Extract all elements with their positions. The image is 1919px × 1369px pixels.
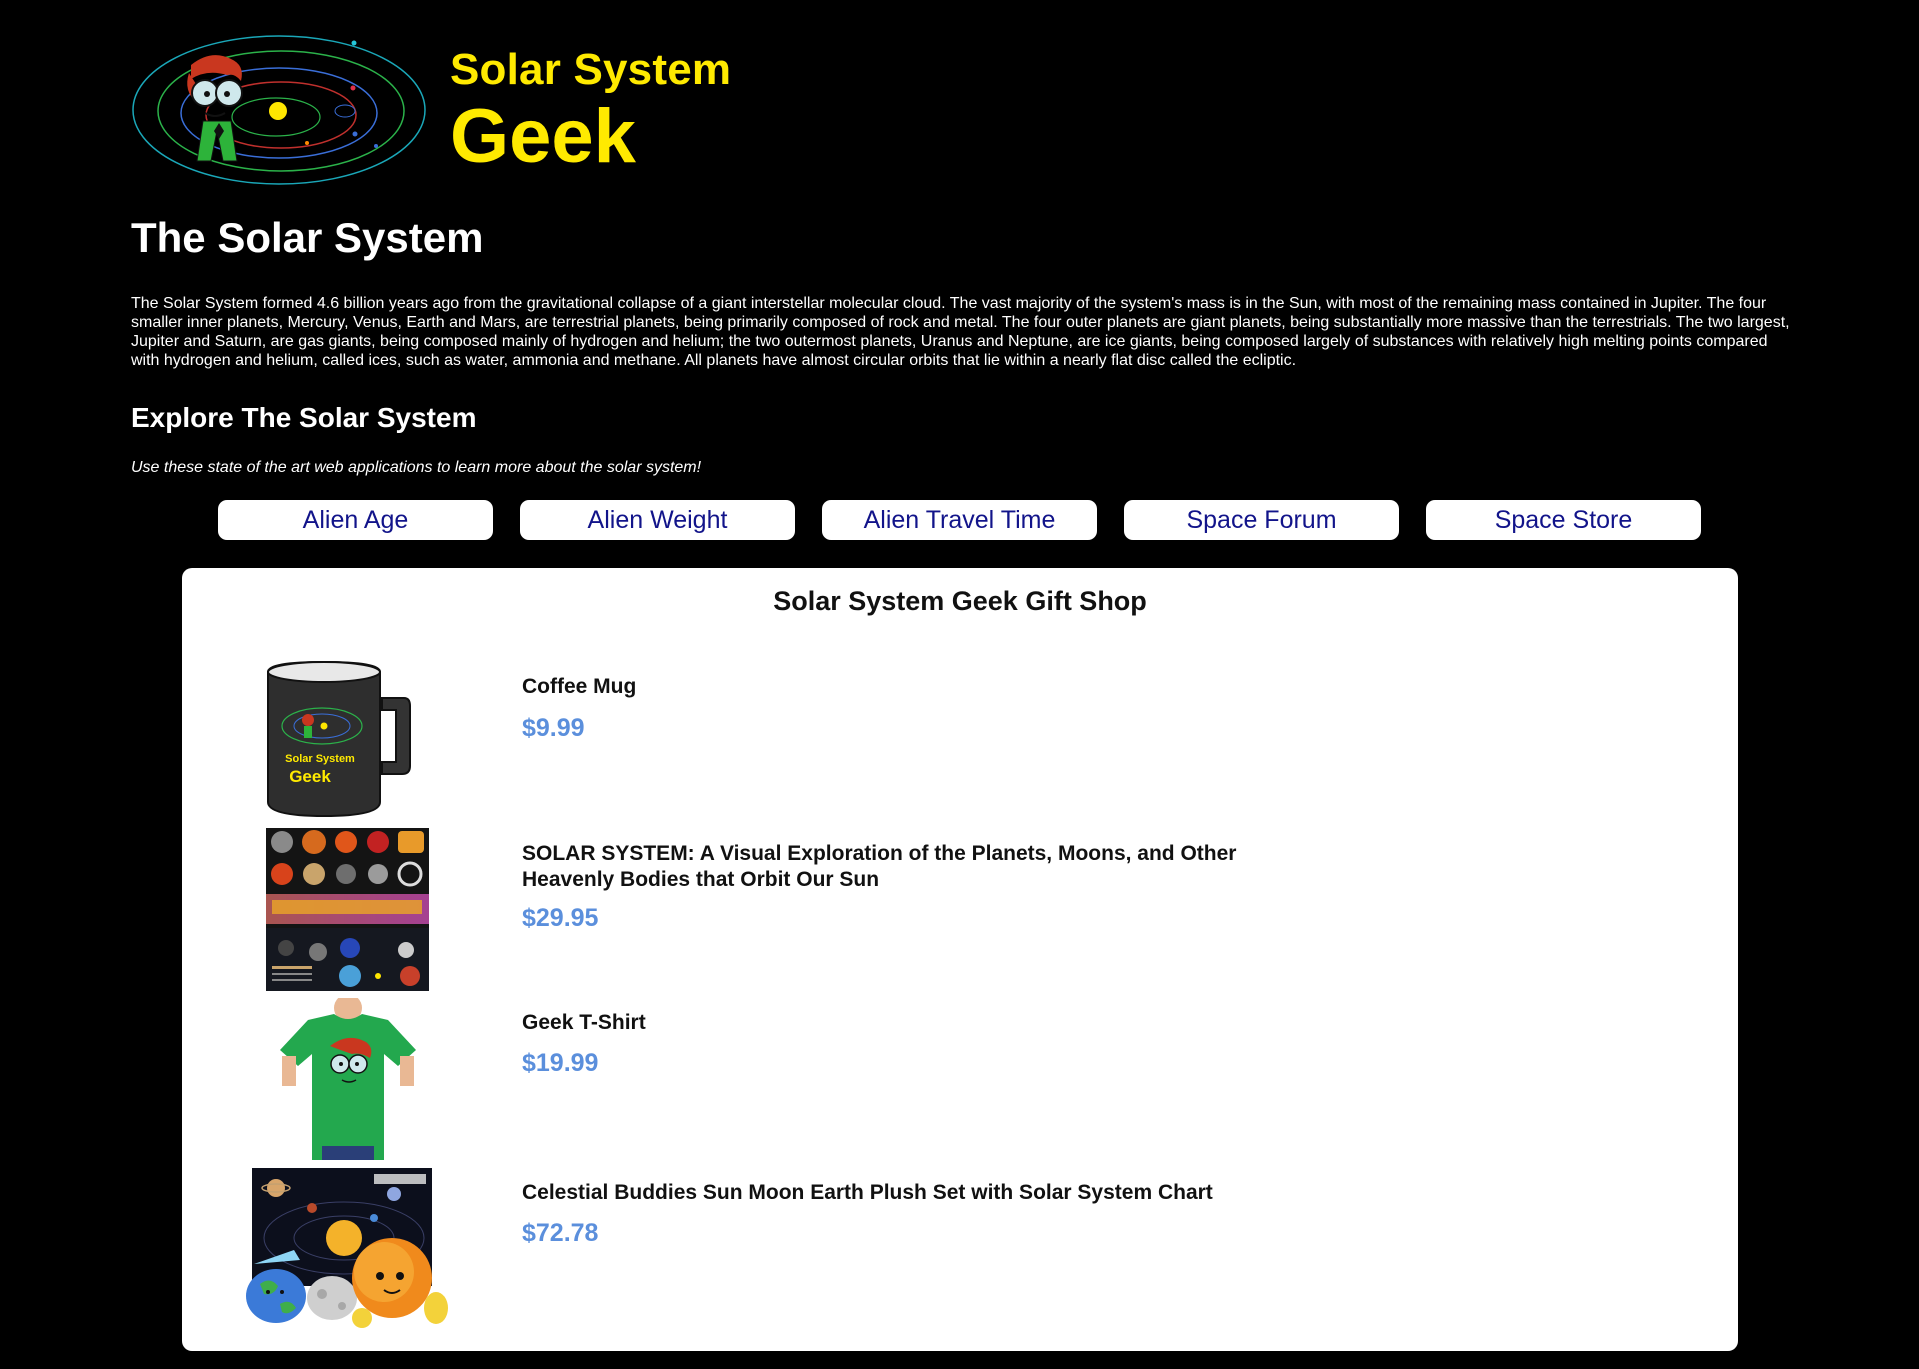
product-price: $9.99: [522, 714, 585, 742]
book-cover-image[interactable]: [266, 828, 429, 991]
gift-shop-panel: Solar System Geek Gift Shop Solar System…: [182, 568, 1738, 1351]
alien-weight-button[interactable]: Alien Weight: [520, 500, 795, 540]
page-title: The Solar System: [131, 214, 484, 261]
explore-subtitle: Use these state of the art web applicati…: [131, 459, 702, 476]
coffee-mug-image[interactable]: Solar System Geek: [264, 658, 414, 823]
mug-print-line1: Solar System: [285, 753, 355, 765]
product-item: Geek T-Shirt $19.99: [182, 998, 1738, 1168]
product-price: $72.78: [522, 1219, 599, 1247]
alien-age-button[interactable]: Alien Age: [218, 500, 493, 540]
plush-set-image[interactable]: [234, 1168, 464, 1330]
space-store-button[interactable]: Space Store: [1426, 500, 1701, 540]
logo-title-line1: Solar System: [450, 45, 732, 94]
product-name[interactable]: SOLAR SYSTEM: A Visual Exploration of th…: [522, 841, 1282, 893]
mug-print-line2: Geek: [289, 767, 331, 786]
intro-paragraph: The Solar System formed 4.6 billion year…: [131, 295, 1790, 369]
explore-heading: Explore The Solar System: [131, 402, 477, 433]
product-item: Celestial Buddies Sun Moon Earth Plush S…: [182, 1168, 1738, 1338]
product-item: Solar System Geek Coffee Mug $9.99: [182, 658, 1738, 828]
tshirt-image[interactable]: [278, 998, 418, 1160]
product-price: $19.99: [522, 1049, 599, 1077]
product-name[interactable]: Geek T-Shirt: [522, 1010, 1282, 1036]
site-header: Solar System Geek: [131, 33, 731, 188]
product-price: $29.95: [522, 904, 599, 932]
product-item: SOLAR SYSTEM: A Visual Exploration of th…: [182, 828, 1738, 998]
logo-title-line2: Geek: [450, 94, 636, 179]
gift-shop-title: Solar System Geek Gift Shop: [773, 586, 1147, 616]
product-name[interactable]: Celestial Buddies Sun Moon Earth Plush S…: [522, 1180, 1282, 1206]
app-nav: Alien Age Alien Weight Alien Travel Time…: [218, 500, 1701, 540]
product-name[interactable]: Coffee Mug: [522, 674, 1282, 700]
alien-travel-time-button[interactable]: Alien Travel Time: [822, 500, 1097, 540]
space-forum-button[interactable]: Space Forum: [1124, 500, 1399, 540]
solar-system-logo-icon[interactable]: [131, 33, 427, 188]
